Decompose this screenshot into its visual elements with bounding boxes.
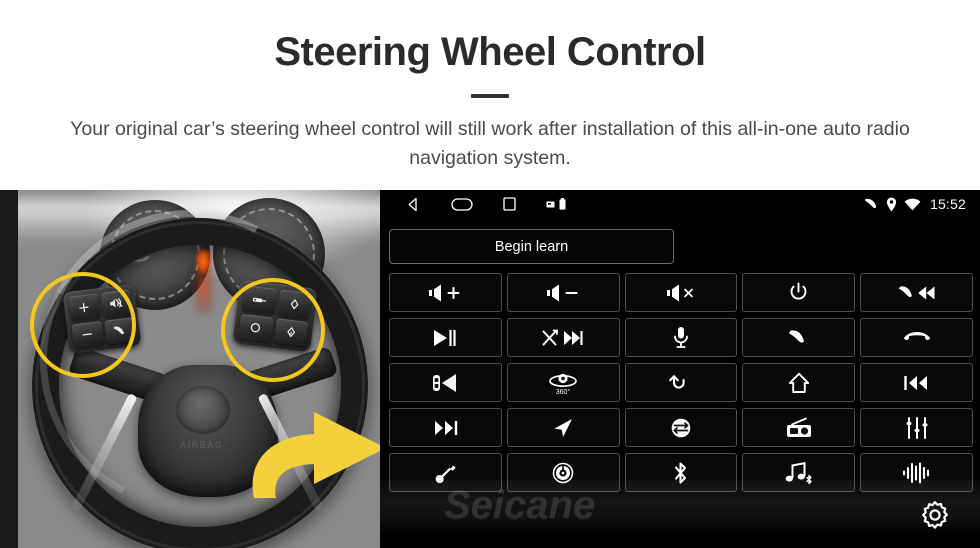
back-button[interactable] <box>624 363 738 402</box>
swc-down-key <box>273 317 309 347</box>
audio-wave-icon <box>902 461 932 484</box>
dial-knob-icon <box>552 462 574 484</box>
rear-camera-icon <box>430 372 460 394</box>
steering-wheel-hub-center <box>176 386 230 434</box>
equalizer-icon <box>905 416 929 439</box>
navigation-button[interactable] <box>506 408 620 447</box>
head-unit-screen: 15:52 Begin learn 360° Seicane <box>380 190 980 548</box>
bluetooth-button[interactable] <box>624 453 738 492</box>
mute-button[interactable] <box>624 273 738 312</box>
begin-learn-button[interactable]: Begin learn <box>389 229 674 264</box>
gear-icon <box>916 498 954 541</box>
phone-icon <box>788 327 810 349</box>
swc-left-cluster <box>62 283 142 355</box>
steering-wheel-photo-panel: AIRBAG <box>0 190 380 548</box>
swc-button-grid: 360° <box>389 273 973 492</box>
steering-wheel-photo: AIRBAG <box>18 190 380 548</box>
content-row: AIRBAG 15:52 Begin learn 360° Seicane <box>0 190 980 548</box>
swc-volume-up-key <box>68 293 101 322</box>
aux-cable-button[interactable] <box>389 453 502 492</box>
bluetooth-icon <box>672 461 689 485</box>
airbag-label: AIRBAG <box>180 440 224 450</box>
page-title: Steering Wheel Control <box>274 30 706 74</box>
swc-mute-key <box>100 289 133 318</box>
back-arrow-icon <box>669 373 693 393</box>
home-icon <box>788 372 810 394</box>
hang-up-button[interactable] <box>860 318 973 357</box>
title-divider <box>471 94 509 98</box>
phone-status-icon <box>864 197 879 212</box>
play-pause-button[interactable] <box>389 318 502 357</box>
phone-prev-icon <box>898 283 936 303</box>
equalizer-button[interactable] <box>860 408 973 447</box>
page-subtitle: Your original car’s steering wheel contr… <box>70 118 910 169</box>
android-status-bar: 15:52 <box>380 190 980 218</box>
shuffle-next-icon <box>542 328 584 348</box>
page-header: Steering Wheel Control Your original car… <box>0 0 980 190</box>
home-icon[interactable] <box>451 197 473 211</box>
swc-call-key <box>103 316 136 345</box>
camera-360-button[interactable]: 360° <box>506 363 620 402</box>
audio-wave-button[interactable] <box>860 453 973 492</box>
rear-camera-button[interactable] <box>389 363 502 402</box>
microphone-icon <box>673 326 689 349</box>
navigation-icon <box>552 417 574 439</box>
camera-360-icon: 360° <box>546 370 580 396</box>
volume-up-button[interactable] <box>389 273 502 312</box>
power-button[interactable] <box>742 273 856 312</box>
status-bar-clock: 15:52 <box>929 196 966 212</box>
svg-text:360°: 360° <box>556 388 571 396</box>
sdcard-icon <box>546 200 555 209</box>
recents-icon[interactable] <box>503 197 516 211</box>
swc-right-cluster <box>232 279 318 353</box>
source-swap-icon <box>670 417 692 439</box>
volume-down-button[interactable] <box>506 273 620 312</box>
aux-cable-icon <box>432 463 458 483</box>
bt-music-icon <box>784 461 814 485</box>
home-button[interactable] <box>742 363 856 402</box>
prev-track-icon <box>903 374 930 392</box>
speaker-plus-icon <box>428 283 462 303</box>
voice-mic-button[interactable] <box>624 318 738 357</box>
swc-menu-key <box>237 313 274 343</box>
location-status-icon <box>886 197 897 212</box>
radio-button[interactable] <box>742 408 856 447</box>
play-pause-icon <box>432 328 458 348</box>
source-swap-button[interactable] <box>624 408 738 447</box>
steering-wheel-control-page: Steering Wheel Control Your original car… <box>0 0 980 548</box>
back-icon[interactable] <box>406 197 421 212</box>
speaker-x-icon <box>666 283 696 303</box>
speaker-minus-icon <box>546 283 580 303</box>
settings-gear-button[interactable] <box>914 498 956 540</box>
next-track-button[interactable] <box>389 408 502 447</box>
dial-knob-button[interactable] <box>506 453 620 492</box>
next-track-icon <box>432 419 458 437</box>
call-previous-button[interactable] <box>860 273 973 312</box>
wifi-status-icon <box>904 198 921 211</box>
shuffle-next-button[interactable] <box>506 318 620 357</box>
answer-call-button[interactable] <box>742 318 856 357</box>
swc-volume-down-key <box>71 320 104 349</box>
radio-icon <box>785 417 813 439</box>
battery-icon <box>559 198 566 210</box>
bt-music-button[interactable] <box>742 453 856 492</box>
power-icon <box>788 282 809 303</box>
swc-up-key <box>276 289 313 319</box>
swc-mode-key <box>241 285 277 315</box>
phone-hangup-icon <box>903 330 931 346</box>
previous-track-button[interactable] <box>860 363 973 402</box>
